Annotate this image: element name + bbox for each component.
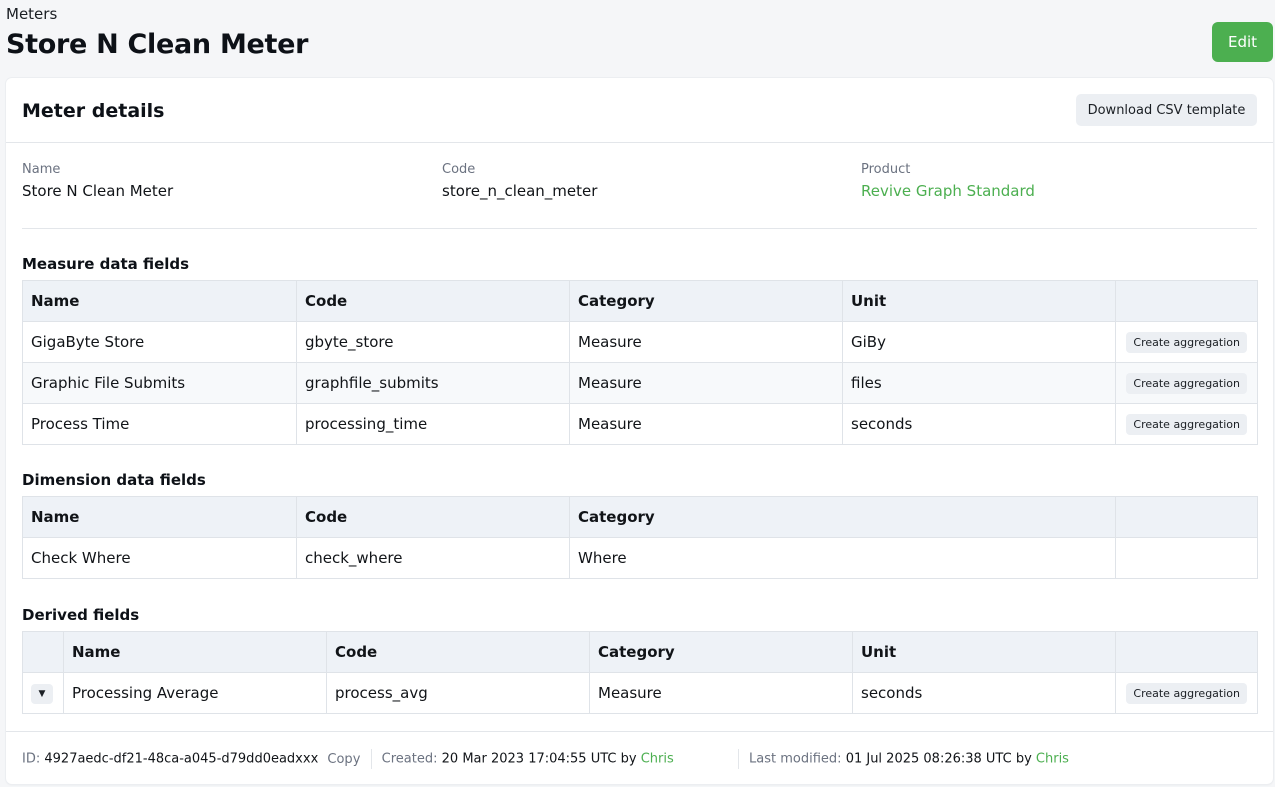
derived-section-title: Derived fields xyxy=(22,606,140,624)
cell-name: Check Where xyxy=(22,537,297,579)
column-header: Name xyxy=(22,496,297,538)
dimension-section-title: Dimension data fields xyxy=(22,471,206,489)
cell-code: graphfile_submits xyxy=(296,362,570,404)
cell-actions: Create aggregation xyxy=(1115,321,1258,363)
cell-name: Processing Average xyxy=(63,672,327,714)
column-header: Unit xyxy=(842,280,1116,322)
table-row: Process Time processing_time Measure sec… xyxy=(22,403,1258,445)
detail-code: Code store_n_clean_meter xyxy=(442,162,597,200)
cell-unit: files xyxy=(842,362,1116,404)
derived-table: Name Code Category Unit ▼ Processing Ave… xyxy=(22,631,1258,714)
footer-separator xyxy=(737,749,739,769)
cell-category: Measure xyxy=(589,672,853,714)
column-header: Code xyxy=(296,496,570,538)
create-aggregation-button[interactable]: Create aggregation xyxy=(1126,413,1247,435)
cell-name: Graphic File Submits xyxy=(22,362,297,404)
table-header-row: Name Code Category Unit xyxy=(22,631,1258,673)
cell-name: Process Time xyxy=(22,403,297,445)
cell-category: Where xyxy=(569,537,1116,579)
edit-button[interactable]: Edit xyxy=(1212,22,1273,62)
detail-value: store_n_clean_meter xyxy=(442,182,598,200)
detail-label: Code xyxy=(442,162,476,177)
cell-category: Measure xyxy=(569,403,843,445)
modified-by-link[interactable]: Chris xyxy=(1036,752,1069,767)
detail-label: Name xyxy=(22,162,61,177)
modified-label: Last modified: xyxy=(749,751,842,767)
created-label: Created: xyxy=(381,751,438,767)
caret-down-icon[interactable]: ▼ xyxy=(31,684,53,704)
column-header: Category xyxy=(569,280,843,322)
cell-actions: Create aggregation xyxy=(1115,672,1258,714)
cell-unit: seconds xyxy=(842,403,1116,445)
modified-value: 01 Jul 2025 08:26:38 UTC by xyxy=(845,751,1032,767)
breadcrumb[interactable]: Meters xyxy=(6,5,57,23)
create-aggregation-button[interactable]: Create aggregation xyxy=(1126,682,1247,704)
detail-product: Product Revive Graph Standard xyxy=(861,162,1035,200)
column-header: Name xyxy=(63,631,327,673)
product-link[interactable]: Revive Graph Standard xyxy=(861,182,1035,200)
table-row: Graphic File Submits graphfile_submits M… xyxy=(22,362,1258,404)
created-value: 20 Mar 2023 17:04:55 UTC by xyxy=(441,751,637,767)
divider xyxy=(22,228,1257,229)
cell-actions xyxy=(1115,537,1258,579)
cell-actions: Create aggregation xyxy=(1115,403,1258,445)
cell-unit: seconds xyxy=(852,672,1116,714)
table-row: Check Where check_where Where xyxy=(22,537,1258,579)
cell-actions: Create aggregation xyxy=(1115,362,1258,404)
cell-expand: ▼ xyxy=(22,672,64,714)
cell-code: process_avg xyxy=(326,672,590,714)
cell-category: Measure xyxy=(569,362,843,404)
cell-code: processing_time xyxy=(296,403,570,445)
footer-meta: ID: 4927aedc-df21-48ca-a045-d79dd0eadxxx… xyxy=(22,749,1069,769)
cell-code: check_where xyxy=(296,537,570,579)
measure-table: Name Code Category Unit GigaByte Store g… xyxy=(22,280,1258,445)
copy-button[interactable]: Copy xyxy=(327,752,360,767)
column-header-actions xyxy=(1115,631,1258,673)
id-value: 4927aedc-df21-48ca-a045-d79dd0eadxxx xyxy=(44,751,319,767)
create-aggregation-button[interactable]: Create aggregation xyxy=(1126,331,1247,353)
detail-name: Name Store N Clean Meter xyxy=(22,162,173,200)
column-header: Name xyxy=(22,280,297,322)
measure-section-title: Measure data fields xyxy=(22,255,190,273)
cell-name: GigaByte Store xyxy=(22,321,297,363)
column-header-actions xyxy=(1115,280,1258,322)
table-header-row: Name Code Category Unit xyxy=(22,280,1258,322)
create-aggregation-button[interactable]: Create aggregation xyxy=(1126,372,1247,394)
id-label: ID: xyxy=(22,751,41,767)
detail-value: Store N Clean Meter xyxy=(22,182,174,200)
cell-category: Measure xyxy=(569,321,843,363)
column-header-actions xyxy=(1115,496,1258,538)
created-by-link[interactable]: Chris xyxy=(641,752,674,767)
table-row: ▼ Processing Average process_avg Measure… xyxy=(22,672,1258,714)
column-header: Code xyxy=(326,631,590,673)
page-title: Store N Clean Meter xyxy=(6,29,309,60)
download-csv-button[interactable]: Download CSV template xyxy=(1076,94,1257,126)
column-header: Category xyxy=(589,631,853,673)
meter-details-card: Meter details Download CSV template Name… xyxy=(6,78,1273,784)
dimension-table: Name Code Category Check Where check_whe… xyxy=(22,496,1258,579)
card-title: Meter details xyxy=(22,100,165,122)
column-header-expand xyxy=(22,631,64,673)
column-header: Code xyxy=(296,280,570,322)
cell-unit: GiBy xyxy=(842,321,1116,363)
table-row: GigaByte Store gbyte_store Measure GiBy … xyxy=(22,321,1258,363)
footer-separator xyxy=(370,749,372,769)
detail-label: Product xyxy=(861,162,911,177)
card-header: Meter details Download CSV template xyxy=(6,78,1273,143)
cell-code: gbyte_store xyxy=(296,321,570,363)
column-header: Category xyxy=(569,496,1116,538)
column-header: Unit xyxy=(852,631,1116,673)
footer-divider xyxy=(6,731,1273,732)
table-header-row: Name Code Category xyxy=(22,496,1258,538)
